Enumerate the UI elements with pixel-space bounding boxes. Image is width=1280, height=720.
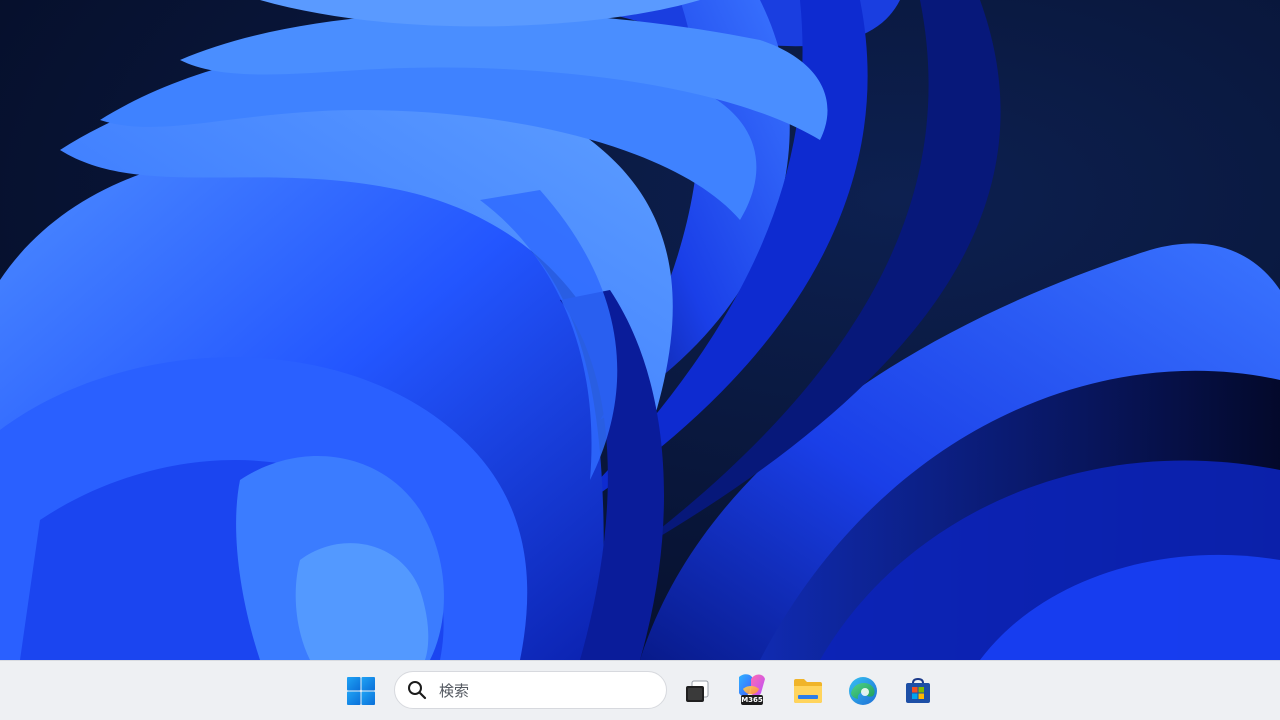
start-button[interactable] — [339, 669, 383, 713]
m365-copilot-icon: M365 — [731, 671, 773, 711]
m365-badge: M365 — [741, 695, 763, 705]
desktop-wallpaper — [0, 0, 1280, 660]
taskbar-search-box[interactable]: 検索 — [394, 671, 667, 709]
task-view-icon — [686, 680, 709, 702]
bloom-wallpaper-graphic — [0, 0, 1280, 660]
folder-icon — [794, 679, 822, 703]
m365-copilot-button[interactable]: M365 — [730, 669, 774, 713]
file-explorer-button[interactable] — [786, 669, 830, 713]
taskbar: 検索 M365 — [0, 660, 1280, 720]
task-view-button[interactable] — [675, 669, 719, 713]
edge-icon — [849, 677, 877, 705]
edge-button[interactable] — [841, 669, 885, 713]
store-icon — [906, 677, 930, 703]
store-button[interactable] — [896, 669, 940, 713]
search-placeholder: 検索 — [439, 681, 470, 700]
windows-logo-icon — [347, 677, 375, 705]
search-icon — [408, 681, 427, 700]
